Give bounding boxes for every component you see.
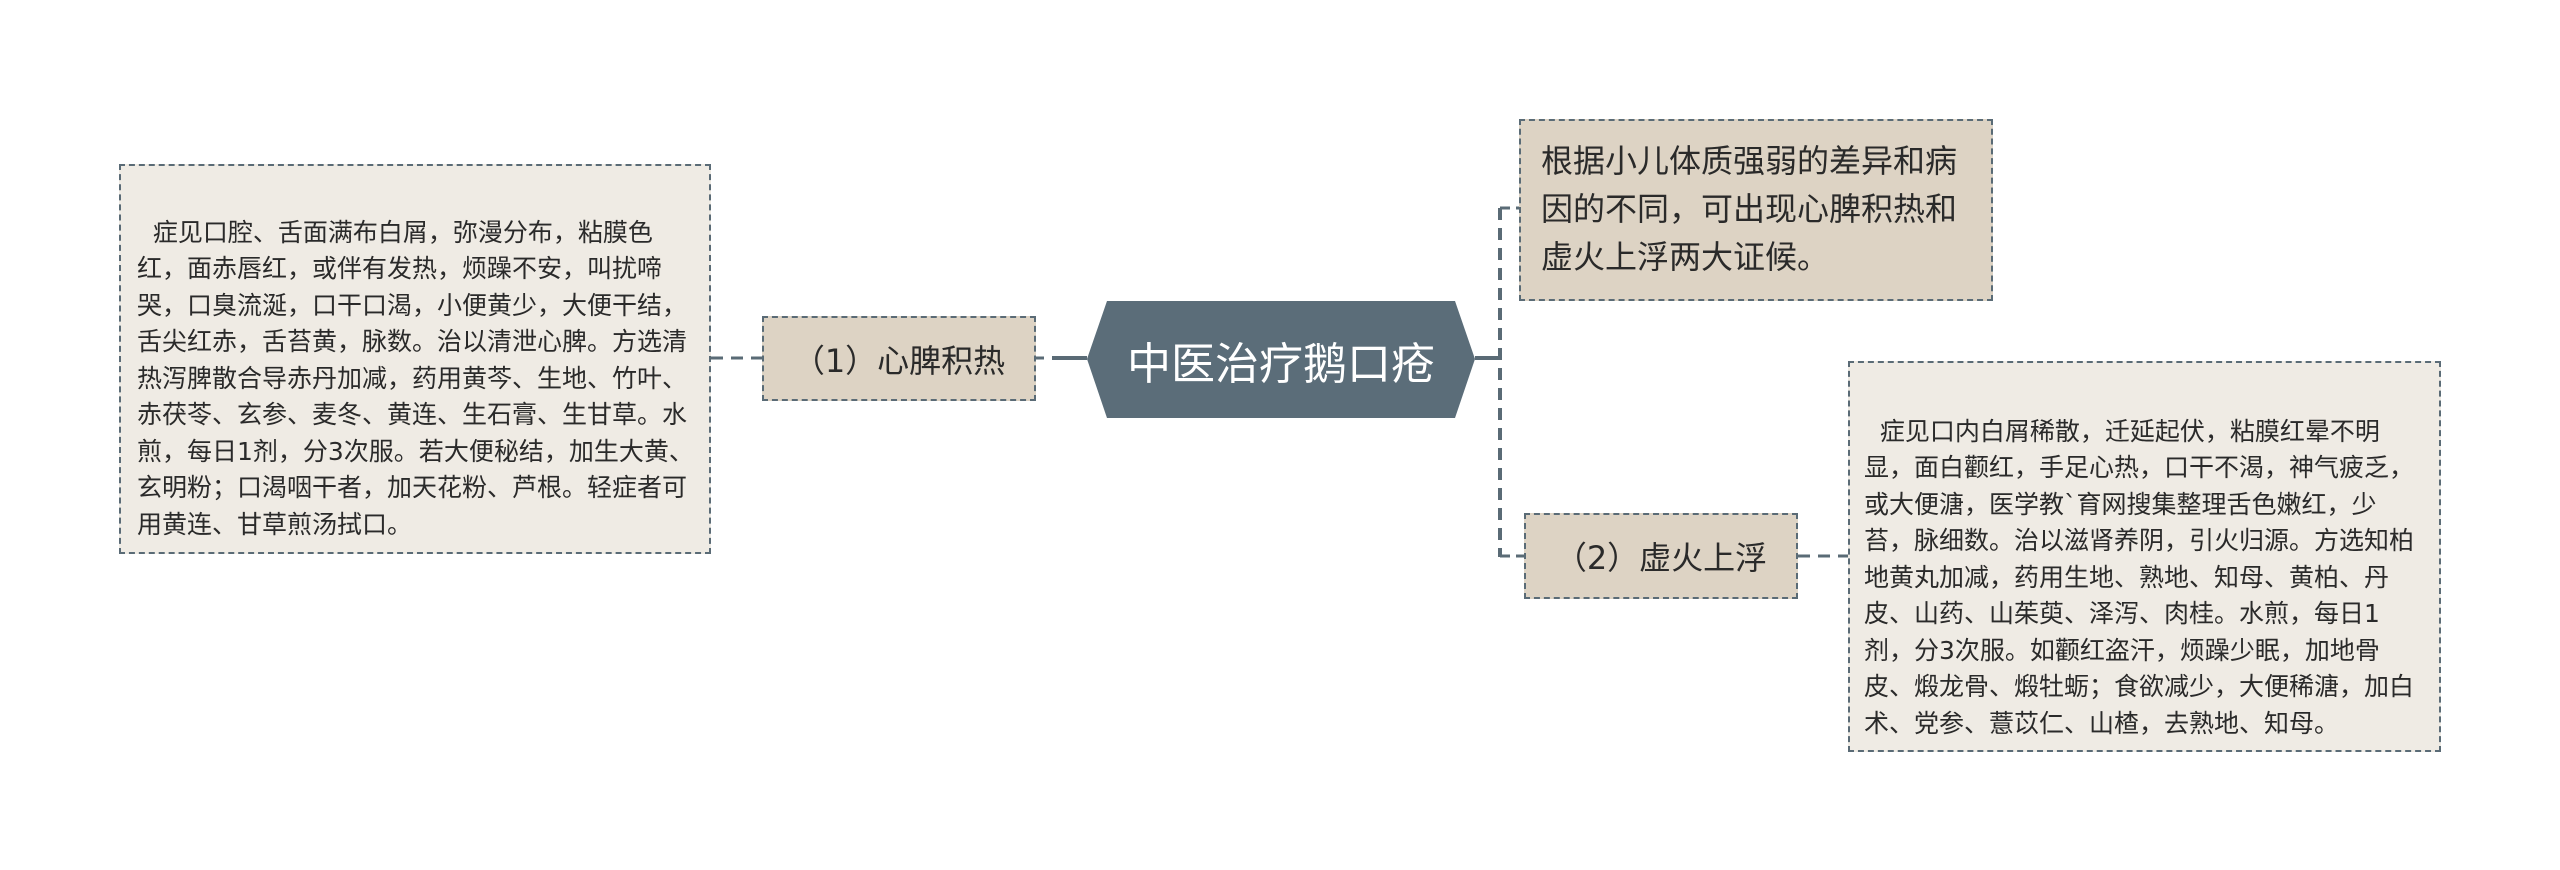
detail-deficient-fire[interactable]: 症见口内白屑稀散，迁延起伏，粘膜红晕不明显，面白颧红，手足心热，口干不渴，神气疲… bbox=[1848, 361, 2441, 752]
branch-node-label: （1）心脾积热 bbox=[792, 341, 1006, 380]
detail-heart-spleen-heat[interactable]: 症见口腔、舌面满布白屑，弥漫分布，粘膜色红，面赤唇红，或伴有发热，烦躁不安，叫扰… bbox=[119, 164, 711, 554]
detail-deficient-fire-text: 症见口内白屑稀散，迁延起伏，粘膜红晕不明显，面白颧红，手足心热，口干不渴，神气疲… bbox=[1864, 416, 2415, 738]
summary-text: 根据小儿体质强弱的差异和病因的不同，可出现心脾积热和虚火上浮两大证候。 bbox=[1541, 142, 1958, 276]
branch-node-heart-spleen-heat[interactable]: （1）心脾积热 bbox=[762, 316, 1036, 401]
branch-node-deficient-fire[interactable]: （2）虚火上浮 bbox=[1524, 513, 1798, 599]
branch-node-label: （2）虚火上浮 bbox=[1554, 539, 1768, 577]
summary-node[interactable]: 根据小儿体质强弱的差异和病因的不同，可出现心脾积热和虚火上浮两大证候。 bbox=[1519, 119, 1993, 301]
central-topic[interactable]: 中医治疗鹅口疮 bbox=[1087, 301, 1475, 418]
central-topic-title: 中医治疗鹅口疮 bbox=[1127, 338, 1435, 390]
detail-heart-spleen-heat-text: 症见口腔、舌面满布白屑，弥漫分布，粘膜色红，面赤唇红，或伴有发热，烦躁不安，叫扰… bbox=[137, 217, 694, 539]
